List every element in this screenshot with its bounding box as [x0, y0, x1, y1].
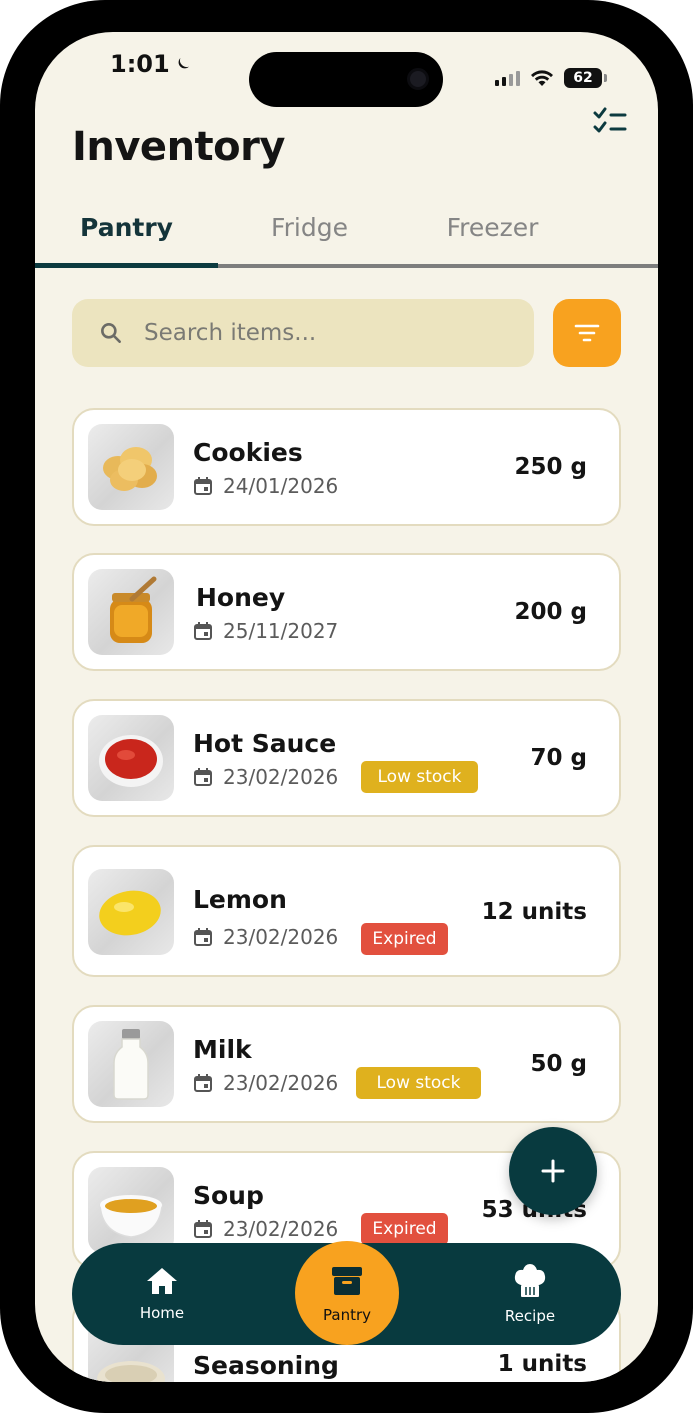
item-quantity: 12 units	[481, 899, 587, 925]
page-title: Inventory	[72, 124, 285, 170]
status-badge: Expired	[361, 1213, 448, 1245]
calendar-icon	[194, 622, 212, 640]
list-item[interactable]: Hot Sauce 23/02/2026 Low stock 70 g	[72, 699, 621, 817]
calendar-icon	[194, 768, 212, 786]
item-quantity: 200 g	[514, 599, 587, 625]
tab-freezer[interactable]: Freezer	[401, 207, 584, 269]
item-thumbnail	[88, 1021, 174, 1107]
dynamic-island	[249, 52, 443, 107]
item-date: 23/02/2026	[193, 925, 338, 949]
box-icon	[332, 1267, 362, 1295]
item-thumbnail	[88, 1167, 174, 1253]
status-badge: Low stock	[356, 1067, 481, 1099]
item-quantity: 1 units	[497, 1351, 587, 1377]
nav-recipe-label: Recipe	[504, 1307, 556, 1325]
nav-pantry[interactable]: Pantry	[282, 1243, 412, 1345]
search-icon	[101, 323, 121, 343]
status-time-label: 1:01	[110, 50, 170, 78]
item-date: 23/02/2026	[193, 765, 338, 789]
item-name: Cookies	[193, 438, 303, 467]
wifi-icon	[531, 70, 553, 86]
list-item[interactable]: Cookies 24/01/2026 250 g	[72, 408, 621, 526]
item-name: Lemon	[193, 885, 287, 914]
item-date: 23/02/2026	[193, 1071, 338, 1095]
tab-fridge[interactable]: Fridge	[218, 207, 401, 269]
search-input[interactable]	[144, 320, 504, 346]
calendar-icon	[194, 477, 212, 495]
item-thumbnail	[88, 569, 174, 655]
item-quantity: 250 g	[514, 454, 587, 480]
add-item-button[interactable]	[509, 1127, 597, 1215]
home-icon	[147, 1268, 177, 1294]
bottom-navigation: Home Pantry Recipe	[72, 1241, 621, 1345]
nav-home-label: Home	[139, 1304, 185, 1322]
item-date-value: 23/02/2026	[223, 925, 339, 949]
item-date: 23/02/2026	[193, 1217, 338, 1241]
item-quantity: 70 g	[530, 745, 587, 771]
plus-icon	[541, 1159, 565, 1183]
item-name: Soup	[193, 1181, 264, 1210]
storage-tabs: Pantry Fridge Freezer	[35, 207, 658, 269]
item-date: 25/11/2027	[193, 619, 338, 643]
item-name: Seasoning	[193, 1351, 339, 1380]
chef-hat-icon	[514, 1264, 546, 1297]
item-name: Honey	[196, 583, 286, 612]
app-screen: 1:01 62 Inventory Pantry Fridge Freezer …	[35, 32, 658, 1382]
camera-icon	[407, 68, 429, 90]
signal-icon	[495, 70, 520, 86]
status-indicators: 62	[495, 68, 607, 88]
phone-frame: 1:01 62 Inventory Pantry Fridge Freezer …	[0, 0, 693, 1413]
item-quantity: 50 g	[530, 1051, 587, 1077]
calendar-icon	[194, 1074, 212, 1092]
tab-pantry[interactable]: Pantry	[35, 207, 218, 269]
item-name: Milk	[193, 1035, 252, 1064]
calendar-icon	[194, 928, 212, 946]
active-tab-indicator	[35, 263, 218, 268]
filter-button[interactable]	[553, 299, 621, 367]
battery-indicator: 62	[564, 68, 607, 88]
nav-recipe[interactable]: Recipe	[465, 1243, 595, 1345]
item-thumbnail	[88, 715, 174, 801]
item-date-value: 25/11/2027	[223, 619, 339, 643]
nav-home[interactable]: Home	[97, 1243, 227, 1345]
search-bar[interactable]	[72, 299, 534, 367]
status-time: 1:01	[110, 50, 192, 78]
calendar-icon	[194, 1220, 212, 1238]
item-name: Hot Sauce	[193, 729, 337, 758]
status-badge: Expired	[361, 923, 448, 955]
checklist-icon[interactable]	[592, 106, 628, 136]
item-thumbnail	[88, 424, 174, 510]
item-date-value: 23/02/2026	[223, 1071, 339, 1095]
item-date-value: 23/02/2026	[223, 765, 339, 789]
list-item[interactable]: Honey 25/11/2027 200 g	[72, 553, 621, 671]
filter-icon	[574, 324, 600, 342]
item-thumbnail	[88, 869, 174, 955]
status-badge: Low stock	[361, 761, 478, 793]
battery-level: 62	[573, 70, 593, 86]
nav-pantry-label: Pantry	[323, 1306, 371, 1324]
list-item[interactable]: Milk 23/02/2026 Low stock 50 g	[72, 1005, 621, 1123]
moon-icon	[178, 58, 189, 69]
item-date-value: 24/01/2026	[223, 474, 339, 498]
item-date: 24/01/2026	[193, 474, 338, 498]
list-item[interactable]: Lemon 23/02/2026 Expired 12 units	[72, 845, 621, 977]
item-date-value: 23/02/2026	[223, 1217, 339, 1241]
